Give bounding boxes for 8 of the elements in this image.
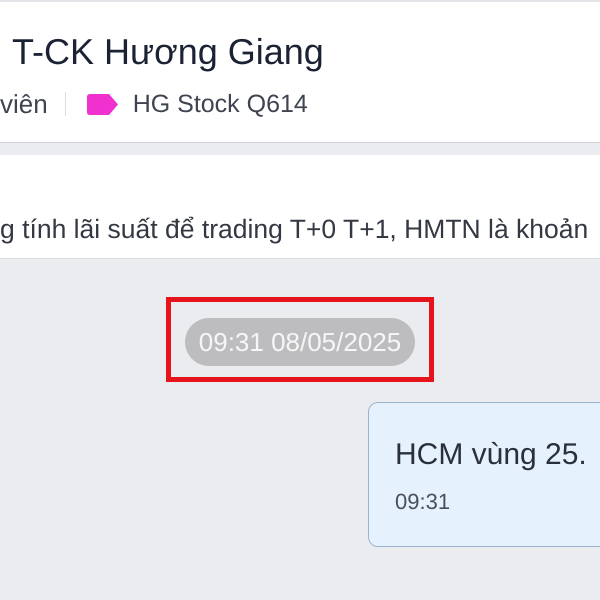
message-text: HCM vùng 25. (395, 437, 587, 473)
tag-label[interactable]: HG Stock Q614 (132, 90, 308, 118)
date-separator: 09:31 08/05/2025 (184, 318, 416, 366)
message-bubble[interactable]: HCM vùng 25. 09:31 (368, 402, 600, 547)
chat-title: T-CK Hương Giang (12, 30, 324, 74)
member-label: viên (0, 88, 48, 120)
message-time: 09:31 (395, 489, 452, 515)
pinned-message-text[interactable]: g tính lãi suất để trading T+0 T+1, HMTN là khoản (0, 214, 588, 244)
